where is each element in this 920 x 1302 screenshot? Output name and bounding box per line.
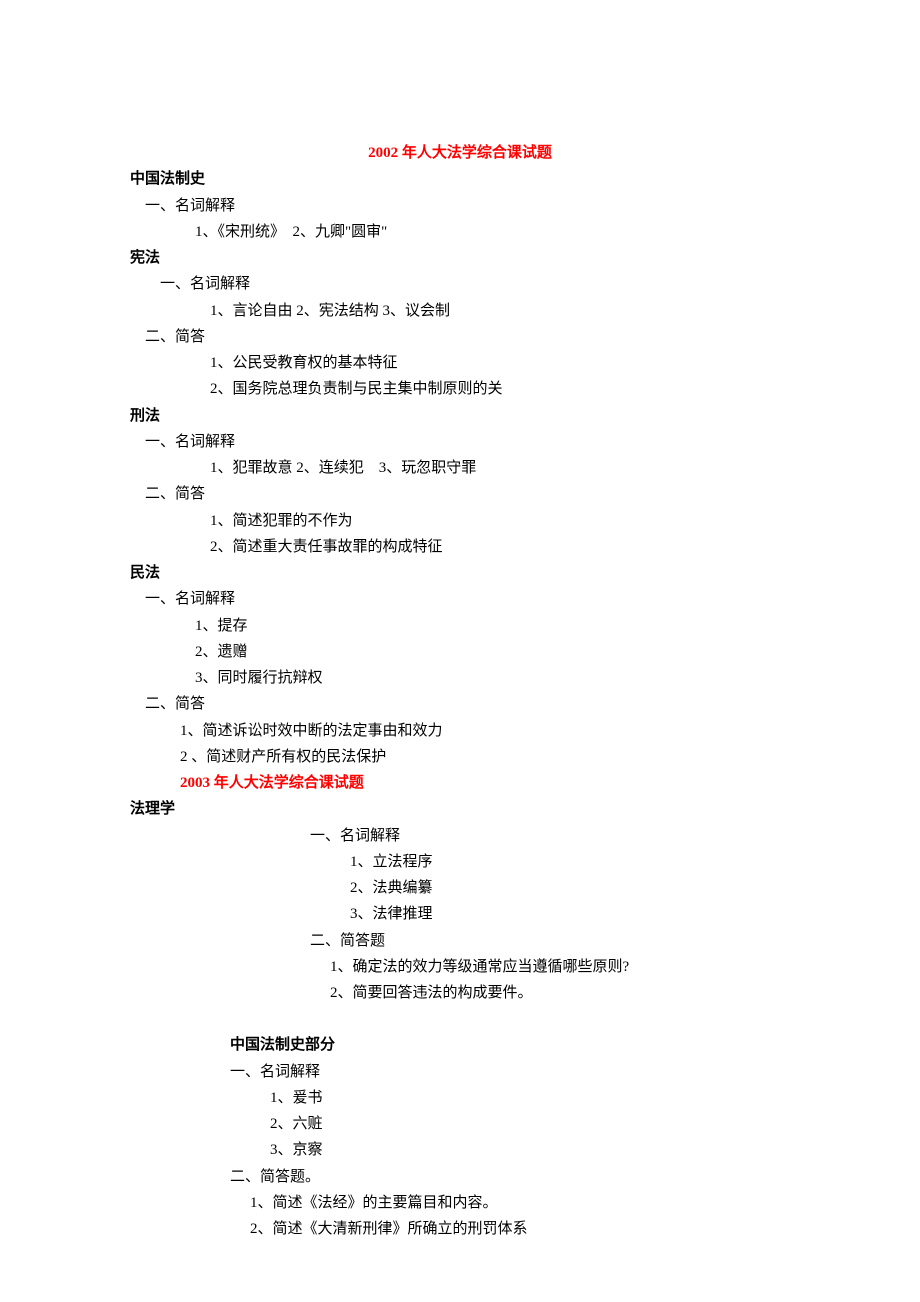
crim-short-heading: 二、简答 [130,481,790,507]
history-noun-items: 1、《宋刑统》 2、九卿"圆审" [130,219,790,245]
civil-noun-3: 3、同时履行抗辩权 [130,665,790,691]
history2-nouns-heading: 一、名词解释 [130,1059,790,1085]
section-history: 中国法制史 [130,166,790,192]
title-2003: 2003 年人大法学综合课试题 [130,770,790,796]
juris-noun-2: 2、法典编纂 [130,875,790,901]
civil-noun-1: 1、提存 [130,613,790,639]
civil-nouns-heading: 一、名词解释 [130,586,790,612]
history2-noun-1: 1、爰书 [130,1085,790,1111]
civil-short-2: 2 、简述财产所有权的民法保护 [130,744,790,770]
history2-short-heading: 二、简答题。 [130,1164,790,1190]
section-constitution: 宪法 [130,245,790,271]
crim-nouns-heading: 一、名词解释 [130,429,790,455]
blank-spacer [130,1006,790,1032]
juris-short-heading: 二、简答题 [130,928,790,954]
history2-noun-2: 2、六赃 [130,1111,790,1137]
history2-noun-3: 3、京察 [130,1137,790,1163]
civil-short-1: 1、简述诉讼时效中断的法定事由和效力 [130,718,790,744]
section-civil: 民法 [130,560,790,586]
const-short-2: 2、国务院总理负责制与民主集中制原则的关 [130,376,790,402]
section-jurisprudence: 法理学 [130,796,790,822]
const-short-heading: 二、简答 [130,324,790,350]
section-history-2: 中国法制史部分 [130,1032,790,1058]
const-nouns-heading: 一、名词解释 [130,271,790,297]
crim-short-2: 2、简述重大责任事故罪的构成特征 [130,534,790,560]
juris-noun-1: 1、立法程序 [130,849,790,875]
civil-short-heading: 二、简答 [130,691,790,717]
history-nouns-heading: 一、名词解释 [130,193,790,219]
juris-noun-3: 3、法律推理 [130,901,790,927]
history2-short-1: 1、简述《法经》的主要篇目和内容。 [130,1190,790,1216]
section-criminal: 刑法 [130,403,790,429]
const-noun-items: 1、言论自由 2、宪法结构 3、议会制 [130,298,790,324]
title-2002: 2002 年人大法学综合课试题 [130,140,790,166]
const-short-1: 1、公民受教育权的基本特征 [130,350,790,376]
juris-nouns-heading: 一、名词解释 [130,823,790,849]
juris-short-1: 1、确定法的效力等级通常应当遵循哪些原则? [130,954,790,980]
civil-noun-2: 2、遗赠 [130,639,790,665]
crim-short-1: 1、简述犯罪的不作为 [130,508,790,534]
history2-short-2: 2、简述《大清新刑律》所确立的刑罚体系 [130,1216,790,1242]
juris-short-2: 2、简要回答违法的构成要件。 [130,980,790,1006]
crim-noun-items: 1、犯罪故意 2、连续犯 3、玩忽职守罪 [130,455,790,481]
